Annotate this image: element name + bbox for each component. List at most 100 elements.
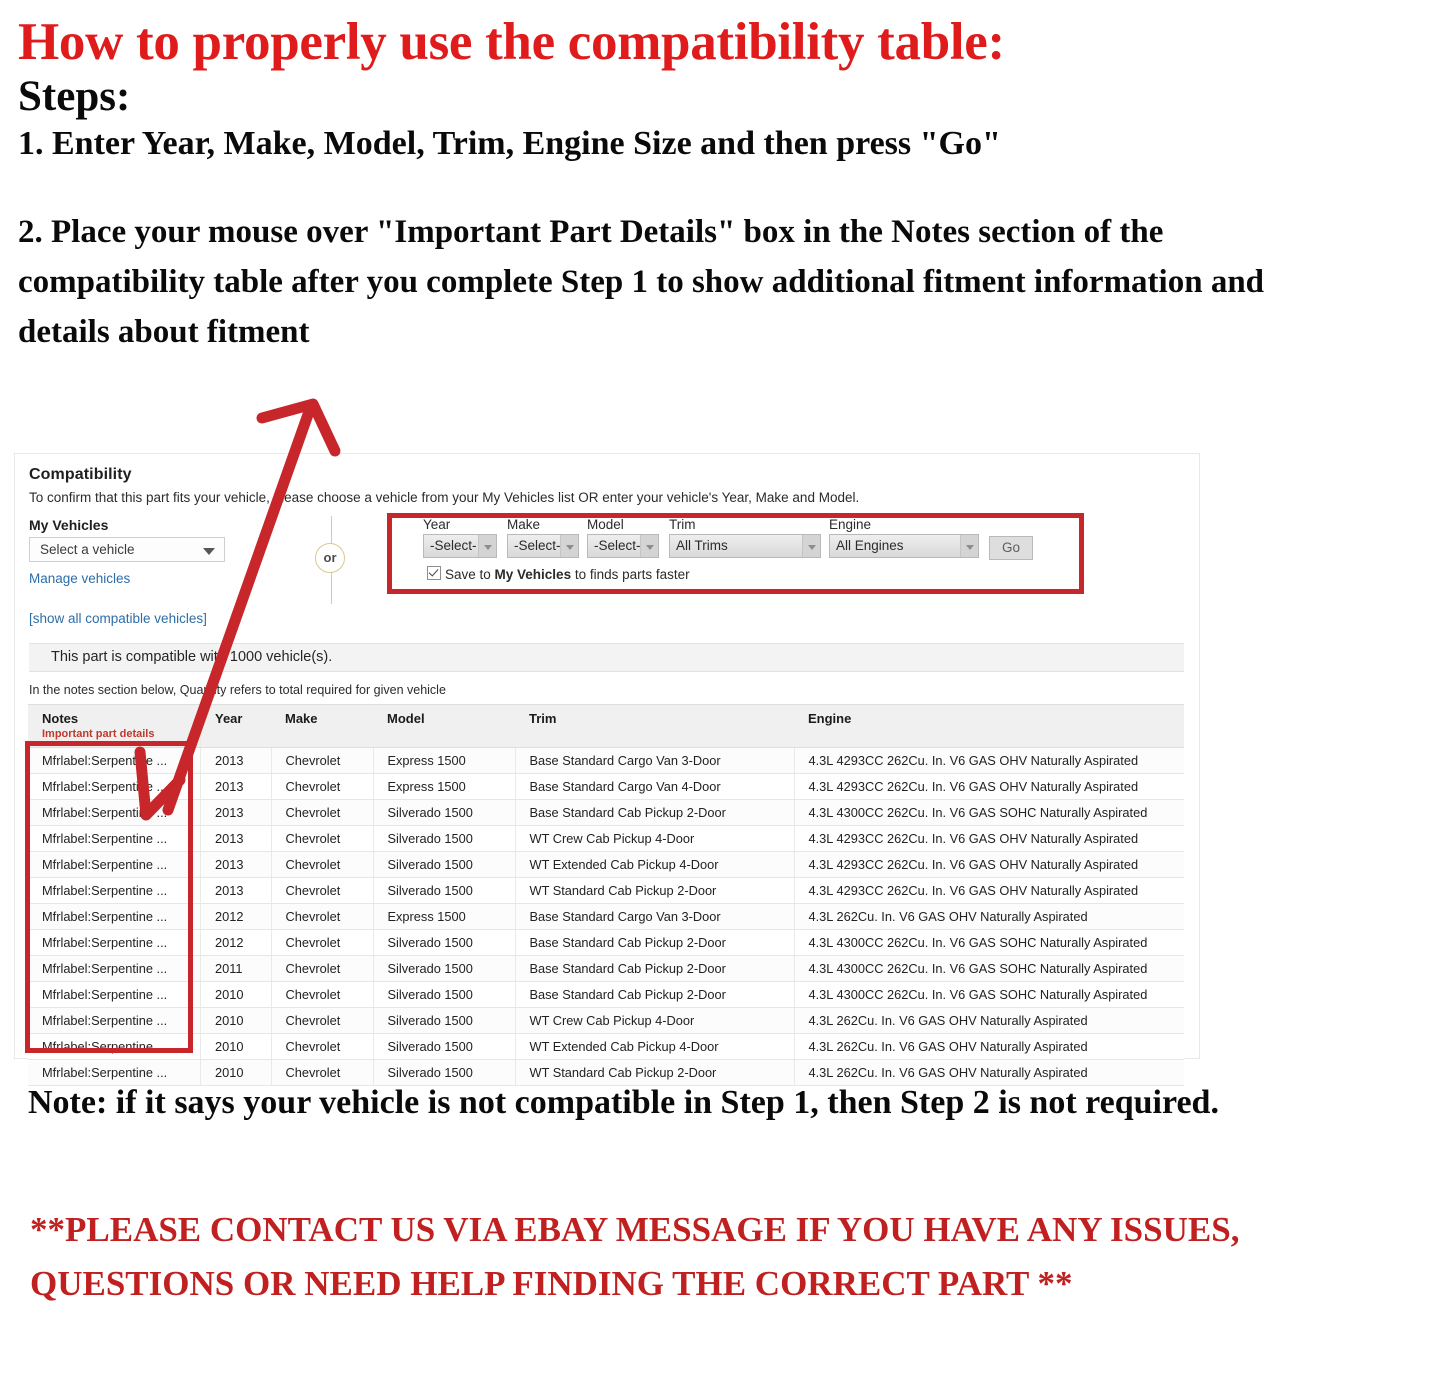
table-row[interactable]: Mfrlabel:Serpentine ... 2011 Chevrolet Silv… bbox=[28, 955, 1184, 982]
make-select-value: -Select- bbox=[514, 538, 561, 553]
chevron-down-icon bbox=[478, 535, 496, 557]
cell-engine: 4.3L 4300CC 262Cu. In. V6 GAS SOHC Natur… bbox=[794, 929, 1184, 956]
cell-model: Silverado 1500 bbox=[373, 799, 516, 826]
cell-year: 2010 bbox=[200, 1007, 272, 1034]
cell-notes: Mfrlabel:Serpentine ... bbox=[28, 981, 201, 1008]
cell-engine: 4.3L 262Cu. In. V6 GAS OHV Naturally Asp… bbox=[794, 1007, 1184, 1034]
table-row[interactable]: Mfrlabel:Serpentine ... 2010 Chevrolet Silv… bbox=[28, 1007, 1184, 1034]
cell-make: Chevrolet bbox=[271, 799, 374, 826]
manage-vehicles-link[interactable]: Manage vehicles bbox=[29, 571, 130, 586]
compatibility-table: Notes Important part details Year Make M… bbox=[28, 704, 1184, 1086]
chevron-down-icon bbox=[640, 535, 658, 557]
cell-notes: Mfrlabel:Serpentine ... bbox=[28, 825, 201, 852]
cell-trim: Base Standard Cargo Van 3-Door bbox=[515, 747, 795, 774]
cell-trim: WT Crew Cab Pickup 4-Door bbox=[515, 825, 795, 852]
bottom-note-text: Note: if it says your vehicle is not com… bbox=[28, 1084, 1219, 1121]
cell-trim: Base Standard Cargo Van 4-Door bbox=[515, 773, 795, 800]
engine-select[interactable]: All Engines bbox=[829, 534, 979, 558]
make-select[interactable]: -Select- bbox=[507, 534, 579, 558]
cell-trim: Base Standard Cab Pickup 2-Door bbox=[515, 981, 795, 1008]
cell-engine: 4.3L 4293CC 262Cu. In. V6 GAS OHV Natura… bbox=[794, 773, 1184, 800]
engine-label: Engine bbox=[829, 517, 872, 532]
table-row[interactable]: Mfrlabel:Serpentine ... 2013 Chevrolet Silv… bbox=[28, 799, 1184, 826]
save-to-my-vehicles-checkbox[interactable] bbox=[427, 566, 441, 580]
cell-year: 2013 bbox=[200, 747, 272, 774]
table-row[interactable]: Mfrlabel:Serpentine ... 2013 Chevrolet Expr… bbox=[28, 773, 1184, 800]
model-select-value: -Select- bbox=[594, 538, 641, 553]
header-notes-label: Notes bbox=[42, 711, 79, 726]
model-select[interactable]: -Select- bbox=[587, 534, 659, 558]
cell-model: Silverado 1500 bbox=[373, 981, 516, 1008]
go-button[interactable]: Go bbox=[989, 536, 1033, 560]
cell-model: Express 1500 bbox=[373, 773, 516, 800]
cell-model: Silverado 1500 bbox=[373, 1007, 516, 1034]
cell-make: Chevrolet bbox=[271, 773, 374, 800]
cell-make: Chevrolet bbox=[271, 851, 374, 878]
cell-year: 2010 bbox=[200, 1033, 272, 1060]
table-row[interactable]: Mfrlabel:Serpentine ... 2012 Chevrolet Expr… bbox=[28, 903, 1184, 930]
cell-notes: Mfrlabel:Serpentine ... bbox=[28, 747, 201, 774]
table-body: Mfrlabel:Serpentine ... 2013 Chevrolet Expr… bbox=[28, 747, 1184, 1086]
chevron-down-icon bbox=[802, 535, 820, 557]
cell-model: Silverado 1500 bbox=[373, 825, 516, 852]
notes-quantity-hint: In the notes section below, Quantity ref… bbox=[29, 683, 446, 697]
cell-trim: Base Standard Cargo Van 3-Door bbox=[515, 903, 795, 930]
cell-trim: Base Standard Cab Pickup 2-Door bbox=[515, 799, 795, 826]
cell-model: Silverado 1500 bbox=[373, 955, 516, 982]
engine-select-value: All Engines bbox=[836, 538, 904, 553]
cell-trim: WT Crew Cab Pickup 4-Door bbox=[515, 1007, 795, 1034]
year-label: Year bbox=[423, 517, 451, 532]
table-row[interactable]: Mfrlabel:Serpentine ... 2010 Chevrolet Silv… bbox=[28, 981, 1184, 1008]
cell-year: 2012 bbox=[200, 903, 272, 930]
cell-engine: 4.3L 4293CC 262Cu. In. V6 GAS OHV Natura… bbox=[794, 747, 1184, 774]
table-row[interactable]: Mfrlabel:Serpentine ... 2012 Chevrolet Silv… bbox=[28, 929, 1184, 956]
cell-model: Silverado 1500 bbox=[373, 851, 516, 878]
cell-engine: 4.3L 4293CC 262Cu. In. V6 GAS OHV Natura… bbox=[794, 877, 1184, 904]
cell-make: Chevrolet bbox=[271, 903, 374, 930]
save-to-my-vehicles-row[interactable]: Save to My Vehicles to finds parts faste… bbox=[427, 566, 690, 582]
table-header-row: Notes Important part details Year Make M… bbox=[28, 704, 1184, 748]
cell-trim: Base Standard Cab Pickup 2-Door bbox=[515, 929, 795, 956]
cell-year: 2013 bbox=[200, 773, 272, 800]
cell-make: Chevrolet bbox=[271, 1007, 374, 1034]
show-all-compatible-vehicles-link[interactable]: [show all compatible vehicles] bbox=[29, 611, 207, 626]
cell-notes: Mfrlabel:Serpentine ... bbox=[28, 929, 201, 956]
cell-model: Express 1500 bbox=[373, 903, 516, 930]
chevron-down-icon bbox=[560, 535, 578, 557]
make-label: Make bbox=[507, 517, 541, 532]
table-row[interactable]: Mfrlabel:Serpentine ... 2013 Chevrolet Silv… bbox=[28, 877, 1184, 904]
header-trim: Trim bbox=[515, 704, 794, 748]
trim-label: Trim bbox=[669, 517, 696, 532]
header-notes: Notes Important part details bbox=[28, 704, 201, 748]
header-model: Model bbox=[373, 704, 515, 748]
chevron-down-icon bbox=[203, 548, 215, 555]
cell-year: 2013 bbox=[200, 877, 272, 904]
cell-engine: 4.3L 262Cu. In. V6 GAS OHV Naturally Asp… bbox=[794, 903, 1184, 930]
table-row[interactable]: Mfrlabel:Serpentine ... 2013 Chevrolet Silv… bbox=[28, 825, 1184, 852]
cell-year: 2011 bbox=[200, 955, 272, 982]
cell-notes: Mfrlabel:Serpentine ... bbox=[28, 877, 201, 904]
table-row[interactable]: Mfrlabel:Serpentine ... 2013 Chevrolet Silv… bbox=[28, 851, 1184, 878]
cell-make: Chevrolet bbox=[271, 981, 374, 1008]
compatibility-message-text: This part is compatible with 1000 vehicl… bbox=[51, 649, 333, 665]
my-vehicles-label: My Vehicles bbox=[29, 517, 109, 533]
contact-us-text: **PLEASE CONTACT US VIA EBAY MESSAGE IF … bbox=[30, 1210, 1240, 1303]
cell-year: 2010 bbox=[200, 981, 272, 1008]
cell-engine: 4.3L 4293CC 262Cu. In. V6 GAS OHV Natura… bbox=[794, 851, 1184, 878]
year-field: Year -Select- bbox=[423, 517, 497, 558]
table-row[interactable]: Mfrlabel:Serpentine ... 2013 Chevrolet Expr… bbox=[28, 747, 1184, 774]
cell-engine: 4.3L 4300CC 262Cu. In. V6 GAS SOHC Natur… bbox=[794, 955, 1184, 982]
make-field: Make -Select- bbox=[507, 517, 579, 558]
my-vehicles-select[interactable]: Select a vehicle bbox=[29, 537, 225, 562]
header-year: Year bbox=[200, 704, 271, 748]
year-select[interactable]: -Select- bbox=[423, 534, 497, 558]
cell-year: 2013 bbox=[200, 825, 272, 852]
header-engine: Engine bbox=[794, 704, 1184, 748]
cell-trim: WT Standard Cab Pickup 2-Door bbox=[515, 877, 795, 904]
save-bold-text: My Vehicles bbox=[494, 567, 572, 582]
table-row[interactable]: Mfrlabel:Serpentine ... 2010 Chevrolet Silv… bbox=[28, 1033, 1184, 1060]
cell-notes: Mfrlabel:Serpentine ... bbox=[28, 1007, 201, 1034]
trim-select[interactable]: All Trims bbox=[669, 534, 821, 558]
cell-engine: 4.3L 4293CC 262Cu. In. V6 GAS OHV Natura… bbox=[794, 825, 1184, 852]
or-divider: or bbox=[315, 516, 349, 604]
